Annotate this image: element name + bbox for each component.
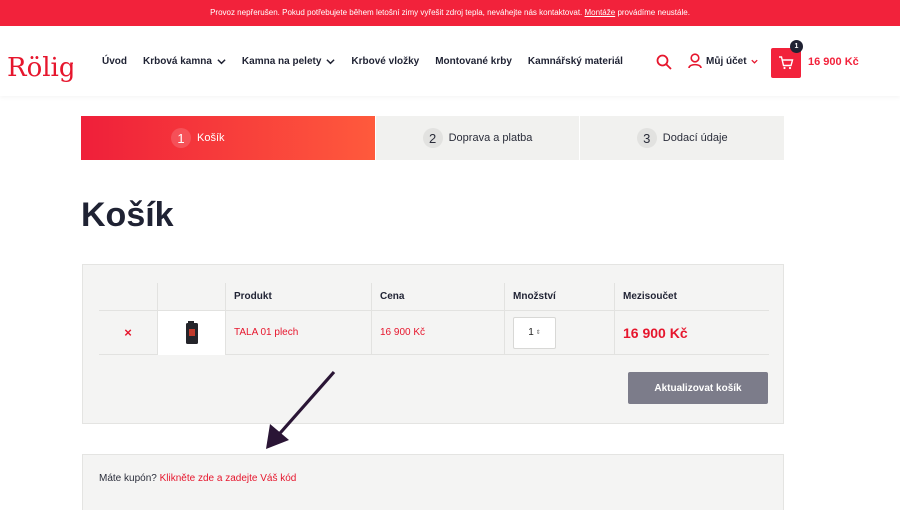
step-shipping-payment[interactable]: 2 Doprava a platba (374, 116, 580, 160)
nav-label: Kamna na pelety (241, 55, 322, 67)
coupon-link[interactable]: Klikněte zde a zadejte Váš kód (160, 473, 297, 484)
step-number: 1 (171, 128, 191, 148)
quantity-cell: 1 ⇕ (504, 311, 614, 354)
header-remove (99, 283, 157, 310)
coupon-text: Máte kupón? (99, 473, 157, 484)
step-label: Doprava a platba (448, 132, 533, 144)
nav-label: Úvod (102, 55, 127, 67)
product-link[interactable]: TALA 01 plech (234, 327, 298, 338)
quantity-stepper[interactable]: 1 ⇕ (513, 316, 556, 349)
main-nav: Úvod Krbová kamna Kamna na pelety Krbové… (102, 26, 639, 96)
nav-label: Montované krby (435, 55, 512, 67)
annotation-arrow-icon (266, 370, 336, 449)
site-header: Rölig Úvod Krbová kamna Kamna na pelety … (0, 26, 900, 96)
nav-item-krbova-kamna[interactable]: Krbová kamna (143, 56, 226, 67)
cart-total[interactable]: 16 900 Kč (808, 56, 859, 68)
cart-table-header: Produkt Cena Množství Mezisoučet (99, 283, 769, 311)
nav-item-krbove-vlozky[interactable]: Krbové vložky (351, 56, 419, 67)
cart-table-panel: Produkt Cena Množství Mezisoučet × TALA … (82, 264, 784, 424)
nav-label: Krbové vložky (351, 55, 420, 67)
nav-label: Krbová kamna (143, 55, 212, 67)
header-product: Produkt (225, 283, 371, 310)
product-price: 16 900 Kč (380, 327, 426, 338)
announcement-suffix: provádíme neustále. (617, 8, 690, 17)
page-title: Košík (81, 196, 174, 234)
step-delivery-details[interactable]: 3 Dodací údaje (579, 116, 785, 160)
chevron-down-icon (326, 58, 336, 64)
quantity-value: 1 (528, 327, 534, 338)
remove-cell: × (99, 311, 157, 354)
coupon-notice: Máte kupón? Klikněte zde a zadejte Váš k… (82, 454, 784, 510)
remove-item-button[interactable]: × (124, 325, 132, 340)
stove-image (185, 321, 198, 344)
line-subtotal: 16 900 Kč (623, 324, 688, 341)
nav-item-kamna-na-pelety[interactable]: Kamna na pelety (241, 55, 336, 67)
step-number: 2 (422, 128, 443, 148)
header-subtotal: Mezisoučet (614, 283, 769, 310)
table-row: × TALA 01 plech 16 900 Kč 1 ⇕ 16 900 Kč (99, 311, 769, 355)
chevron-down-icon (217, 58, 226, 64)
search-icon[interactable] (656, 54, 672, 70)
nav-label: Kamnářský materiál (527, 55, 623, 67)
announcement-link[interactable]: Montáže (585, 8, 616, 17)
account-label: Můj účet (706, 55, 747, 67)
logo-text: Rölig (7, 53, 73, 82)
rolig-logo[interactable]: Rölig (7, 46, 73, 82)
user-icon (688, 53, 702, 69)
announcement-text: Provoz nepřerušen. Pokud potřebujete běh… (210, 8, 583, 17)
checkout-steps: 1 Košík 2 Doprava a platba 3 Dodací údaj… (81, 116, 785, 160)
nav-item-uvod[interactable]: Úvod (102, 56, 127, 67)
cart-icon (779, 56, 794, 70)
account-menu[interactable]: Můj účet (688, 53, 763, 69)
cart-count-badge: 1 (790, 40, 803, 53)
price-cell: 16 900 Kč (371, 311, 504, 354)
step-label: Dodací údaje (662, 132, 728, 144)
header-thumbnail (157, 283, 225, 310)
update-cart-button[interactable]: Aktualizovat košík (628, 372, 768, 404)
subtotal-cell: 16 900 Kč (614, 311, 769, 354)
cart-table: Produkt Cena Množství Mezisoučet × TALA … (99, 283, 769, 355)
nav-item-kamnarsky-material[interactable]: Kamnářský materiál (528, 56, 623, 67)
step-cart[interactable]: 1 Košík (81, 116, 375, 160)
chevron-down-icon (750, 59, 758, 64)
spinner-icon[interactable]: ⇕ (536, 329, 541, 336)
product-cell: TALA 01 plech (225, 311, 371, 354)
announcement-bar: Provoz nepřerušen. Pokud potřebujete běh… (0, 0, 900, 26)
step-label: Košík (197, 132, 225, 144)
header-price: Cena (371, 283, 504, 310)
product-thumbnail[interactable] (157, 311, 225, 355)
nav-item-montovane-krby[interactable]: Montované krby (435, 56, 512, 67)
step-number: 3 (636, 128, 657, 148)
header-quantity: Množství (504, 283, 614, 310)
